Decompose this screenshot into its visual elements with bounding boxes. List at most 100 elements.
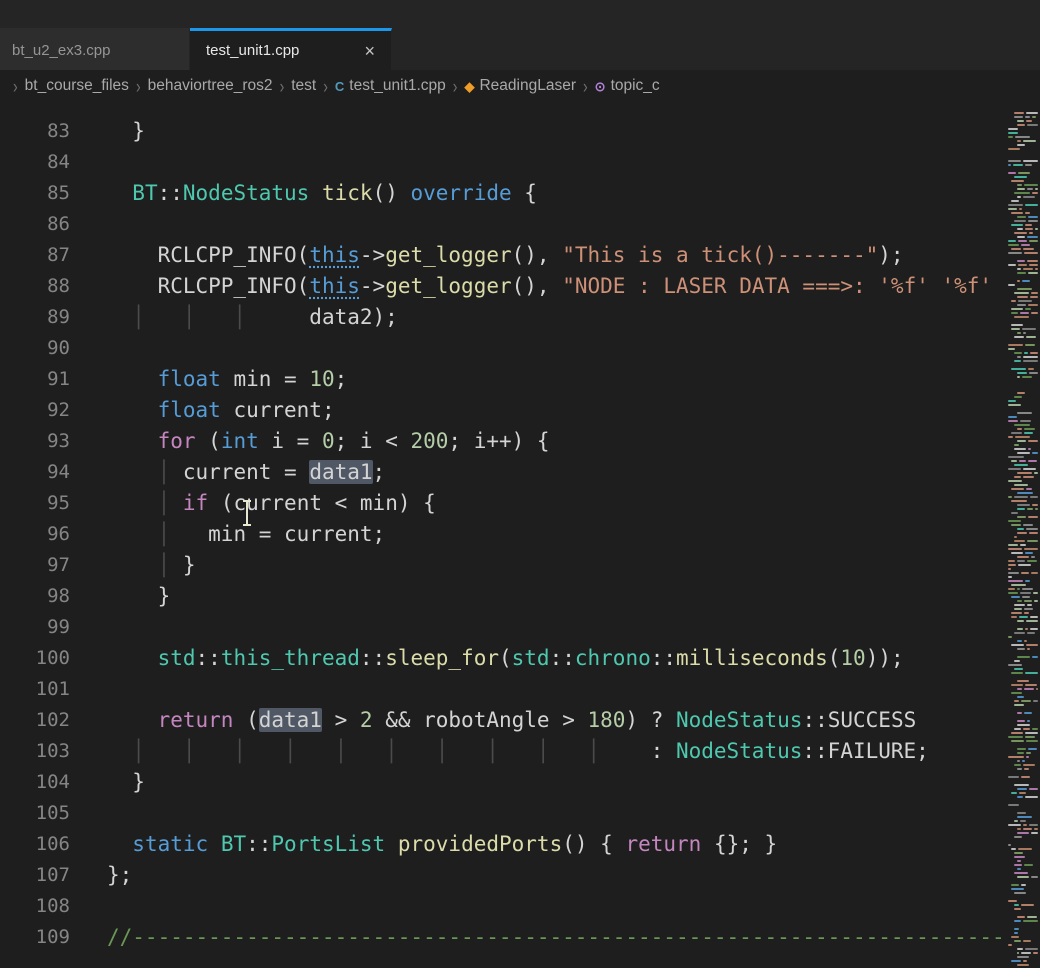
mouse-cursor-ibeam [246,502,248,524]
line-number: 101 [0,674,70,705]
line-number: 96 [0,519,70,550]
line-content: │ │ │ data2); [70,302,398,333]
breadcrumb: › bt_course_files › behaviortree_ros2 › test ›… [0,70,1040,102]
line-number: 93 [0,426,70,457]
symbol-field-icon: ⊙ [595,80,606,93]
titlebar [0,0,1040,28]
breadcrumb-item-topic_c[interactable]: ⊙ topic_c [595,77,660,95]
line-content [70,891,107,922]
tab-bar: bt_u2_ex3.cpp test_unit1.cpp × [0,28,1040,70]
code-line-87[interactable]: 87 RCLCPP_INFO(this->get_logger(), "This… [0,240,1005,271]
code-line-92[interactable]: 92 float current; [0,395,1005,426]
chevron-right-icon: › [453,75,458,97]
chevron-right-icon: › [13,75,18,97]
code-line-90[interactable]: 90 [0,333,1005,364]
line-number: 90 [0,333,70,364]
code-line-97[interactable]: 97 │ } [0,550,1005,581]
breadcrumb-label: topic_c [611,77,660,95]
code-line-100[interactable]: 100 std::this_thread::sleep_for(std::chr… [0,643,1005,674]
line-content [70,333,107,364]
line-content [70,147,107,178]
breadcrumb-item-test_unit1.cpp[interactable]: Ctest_unit1.cpp [335,77,446,95]
close-tab-icon[interactable]: × [364,42,375,60]
line-number: 89 [0,302,70,333]
breadcrumb-item-test[interactable]: test [291,77,316,95]
code-line-101[interactable]: 101 [0,674,1005,705]
line-number: 85 [0,178,70,209]
symbol-class-icon: ◆ [464,80,474,93]
line-number: 88 [0,271,70,302]
code-line-83[interactable]: 83 } [0,116,1005,147]
code-line-105[interactable]: 105 [0,798,1005,829]
line-content: } [70,767,145,798]
line-number: 92 [0,395,70,426]
code-line-84[interactable]: 84 [0,147,1005,178]
line-number: 107 [0,860,70,891]
line-number: 99 [0,612,70,643]
code-line-89[interactable]: 89 │ │ │ data2); [0,302,1005,333]
line-content: │ if (current < min) { [70,488,436,519]
line-number: 106 [0,829,70,860]
code-line-103[interactable]: 103 │ │ │ │ │ │ │ │ │ │ : NodeStatus::FA… [0,736,1005,767]
code-line-88[interactable]: 88 RCLCPP_INFO(this->get_logger(), "NODE… [0,271,1005,302]
line-content: RCLCPP_INFO(this->get_logger(), "NODE : … [70,271,1005,302]
line-number: 97 [0,550,70,581]
code-line-96[interactable]: 96 │ min = current; [0,519,1005,550]
code-line-106[interactable]: 106 static BT::PortsList providedPorts()… [0,829,1005,860]
line-number: 103 [0,736,70,767]
code-area[interactable]: 83 }8485 BT::NodeStatus tick() override … [0,102,1005,968]
breadcrumb-item-ReadingLaser[interactable]: ◆ ReadingLaser [464,77,576,95]
line-content: RCLCPP_INFO(this->get_logger(), "This is… [70,240,904,271]
line-number: 86 [0,209,70,240]
code-line-109[interactable]: 109//-----------------------------------… [0,922,1005,953]
code-line-107[interactable]: 107}; [0,860,1005,891]
line-content: float min = 10; [70,364,347,395]
chevron-right-icon: › [136,75,141,97]
line-content: }; [70,860,132,891]
line-number: 100 [0,643,70,674]
line-content [70,209,107,240]
code-line-95[interactable]: 95 │ if (current < min) { [0,488,1005,519]
line-number: 94 [0,457,70,488]
code-line-86[interactable]: 86 [0,209,1005,240]
code-line-108[interactable]: 108 [0,891,1005,922]
line-content: static BT::PortsList providedPorts() { r… [70,829,777,860]
line-number: 98 [0,581,70,612]
line-content [70,798,107,829]
chevron-right-icon: › [323,75,328,97]
line-number: 87 [0,240,70,271]
code-line-91[interactable]: 91 float min = 10; [0,364,1005,395]
code-line-93[interactable]: 93 for (int i = 0; i < 200; i++) { [0,426,1005,457]
line-content: │ } [70,550,196,581]
line-content: std::this_thread::sleep_for(std::chrono:… [70,643,904,674]
breadcrumb-item-behaviortree_ros2[interactable]: behaviortree_ros2 [148,77,273,95]
code-line-102[interactable]: 102 return (data1 > 2 && robotAngle > 18… [0,705,1005,736]
line-content [70,674,107,705]
line-content: return (data1 > 2 && robotAngle > 180) ?… [70,705,916,736]
code-line-104[interactable]: 104 } [0,767,1005,798]
code-line-99[interactable]: 99 [0,612,1005,643]
line-content: │ min = current; [70,519,385,550]
line-content: BT::NodeStatus tick() override { [70,178,537,209]
tab-test_unit1.cpp[interactable]: test_unit1.cpp × [190,28,392,70]
breadcrumb-label: ReadingLaser [479,77,576,95]
code-editor[interactable]: 83 }8485 BT::NodeStatus tick() override … [0,102,1040,968]
breadcrumb-label: test [291,77,316,95]
cpp-file-icon: C [335,80,344,93]
line-number: 105 [0,798,70,829]
code-line-94[interactable]: 94 │ current = data1; [0,457,1005,488]
tab-label: bt_u2_ex3.cpp [12,42,110,59]
line-number: 84 [0,147,70,178]
minimap[interactable] [1005,102,1040,968]
line-number: 83 [0,116,70,147]
tab-bt_u2_ex3.cpp[interactable]: bt_u2_ex3.cpp [0,28,190,70]
line-content: } [70,116,145,147]
code-line-98[interactable]: 98 } [0,581,1005,612]
breadcrumb-label: test_unit1.cpp [349,77,446,95]
code-line-85[interactable]: 85 BT::NodeStatus tick() override { [0,178,1005,209]
breadcrumb-item-bt_course_files[interactable]: bt_course_files [25,77,129,95]
line-content: float current; [70,395,335,426]
tab-label: test_unit1.cpp [206,42,299,59]
line-number: 102 [0,705,70,736]
line-content [70,612,107,643]
